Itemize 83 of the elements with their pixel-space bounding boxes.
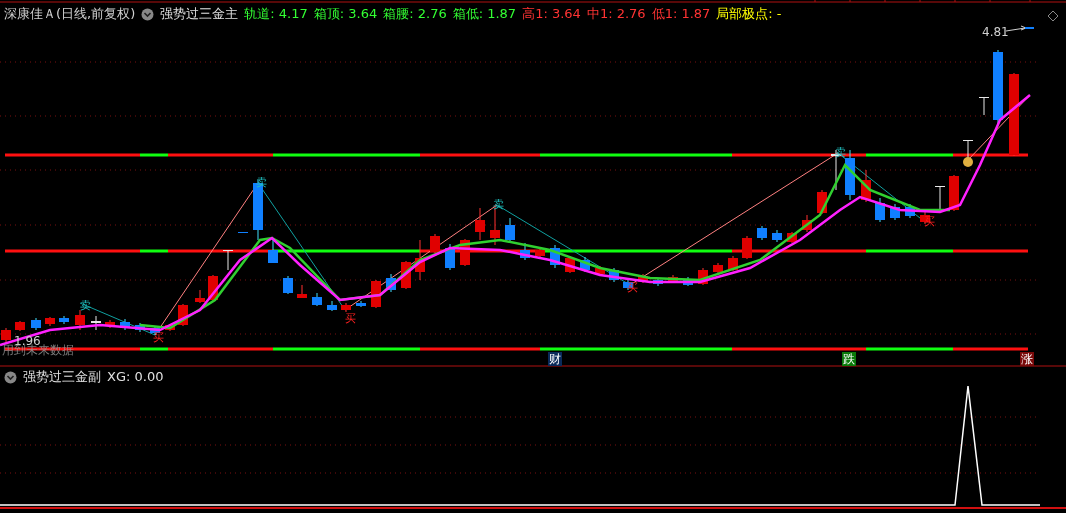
indicator-name: 强势过三金副	[23, 369, 101, 385]
candlestick	[653, 277, 663, 287]
buy-signal: 买	[924, 216, 935, 227]
candlestick	[401, 260, 411, 290]
indicator-value: 局部极点: -	[716, 6, 782, 22]
indicator-menu-icon[interactable]	[141, 7, 155, 21]
buy-signal: 买	[153, 332, 164, 343]
buy-signal: 买	[345, 313, 356, 324]
candlestick	[268, 237, 278, 264]
candlestick	[550, 244, 560, 269]
candlestick	[802, 214, 812, 233]
candlestick	[91, 315, 101, 331]
candlestick	[208, 274, 218, 302]
event-tag: 财	[548, 352, 562, 366]
indicator-value: 箱顶: 3.64	[313, 6, 378, 22]
candlestick	[15, 320, 25, 332]
candlestick	[223, 249, 233, 271]
candlestick	[757, 225, 767, 241]
candlestick	[668, 274, 678, 283]
candlestick	[949, 174, 959, 212]
indicator-name: 强势过三金主	[160, 6, 239, 22]
candlestick	[742, 235, 752, 260]
candlestick	[460, 238, 470, 267]
candlestick	[371, 279, 381, 309]
candlestick	[238, 231, 248, 234]
candlestick	[430, 233, 440, 254]
candlestick	[31, 317, 41, 331]
indicator-menu-icon[interactable]	[4, 370, 17, 384]
candlestick	[135, 322, 145, 333]
event-tag: 跌	[842, 352, 856, 366]
candlestick	[713, 262, 723, 274]
candlestick	[772, 229, 782, 243]
candlestick	[787, 231, 797, 244]
buy-signal: 买	[627, 282, 638, 293]
candlestick	[59, 315, 69, 325]
candlestick	[178, 303, 188, 327]
candlestick	[875, 197, 885, 223]
indicator-value: 箱低: 1.87	[452, 6, 517, 22]
candlestick	[165, 323, 175, 332]
candlestick	[845, 149, 855, 201]
candlestick	[905, 203, 915, 219]
diamond-icon[interactable]	[1047, 10, 1059, 22]
candlestick	[297, 284, 307, 299]
candlestick	[609, 267, 619, 283]
candlestick	[728, 255, 738, 272]
stock-title: 深康佳Ａ(日线,前复权)	[4, 6, 136, 22]
candlestick	[817, 189, 827, 215]
candlestick	[520, 242, 530, 261]
indicator-value: 轨道: 4.17	[244, 6, 308, 22]
candlestick	[312, 292, 322, 307]
candlestick	[356, 300, 366, 308]
candlestick	[935, 185, 945, 211]
candlestick	[105, 319, 115, 329]
candlestick	[979, 96, 989, 116]
candlestick	[580, 256, 590, 273]
sell-signal: 卖	[835, 147, 846, 158]
candlestick	[1, 327, 11, 343]
candlestick	[45, 316, 55, 327]
candlestick	[890, 203, 900, 221]
indicator-value: 高1: 3.64	[522, 6, 581, 22]
candlestick	[861, 169, 871, 203]
price-label: 4.81	[982, 25, 1009, 39]
candlestick	[327, 300, 337, 312]
candlestick	[683, 276, 693, 287]
candlestick	[475, 207, 485, 241]
event-tag: 涨	[1020, 352, 1034, 366]
candlestick	[195, 289, 205, 304]
candlestick	[698, 267, 708, 286]
candlestick	[75, 309, 85, 331]
indicator-value: 箱腰: 2.76	[383, 6, 447, 22]
candlestick	[445, 243, 455, 271]
candlestick	[565, 255, 575, 274]
indicator-value: 低1: 1.87	[651, 6, 711, 22]
candlestick	[638, 273, 648, 284]
candlestick	[120, 318, 130, 331]
indicator-value: XG: 0.00	[107, 369, 164, 385]
indicator-value: 中1: 2.76	[586, 6, 646, 22]
candlestick	[341, 302, 351, 313]
candlestick	[595, 265, 605, 276]
candlestick	[505, 217, 515, 243]
candlestick	[386, 273, 396, 293]
candlestick	[283, 275, 293, 295]
candlestick	[535, 247, 545, 259]
